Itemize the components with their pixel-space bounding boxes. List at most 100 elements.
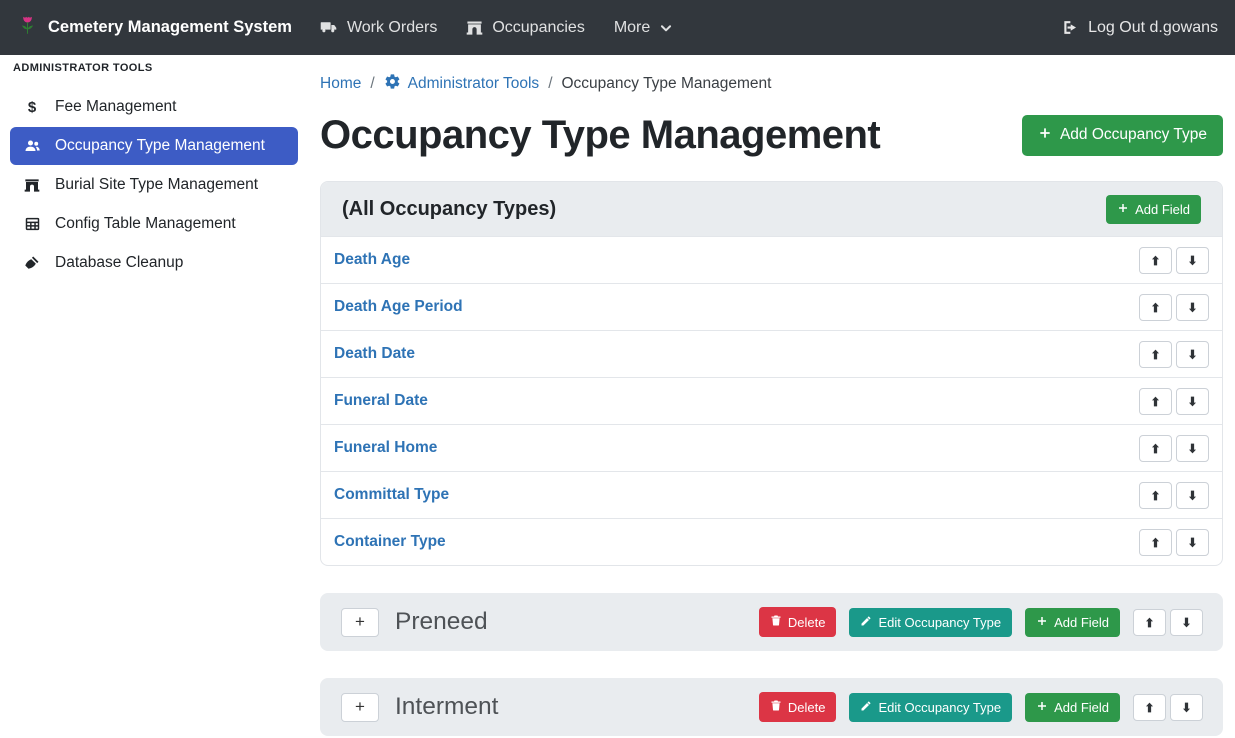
- pencil-icon: [860, 615, 872, 630]
- move-up-button[interactable]: [1133, 609, 1166, 636]
- field-row: Death Age: [321, 236, 1222, 283]
- tulip-logo-icon: [17, 13, 38, 42]
- field-link-death-date[interactable]: Death Date: [334, 345, 415, 363]
- breadcrumb-home-link[interactable]: Home: [320, 75, 361, 93]
- plus-icon: [1038, 126, 1052, 145]
- arrow-up-icon: [1143, 616, 1156, 629]
- sidebar-item-burial-site-type-management[interactable]: Burial Site Type Management: [10, 166, 298, 204]
- delete-button[interactable]: Delete: [759, 692, 837, 722]
- arrow-down-icon: [1186, 442, 1199, 455]
- breadcrumb: Home / Administrator Tools / Occupancy T…: [320, 73, 1223, 95]
- arrow-down-icon: [1186, 254, 1199, 267]
- nav-more[interactable]: More: [614, 19, 673, 37]
- field-link-death-age-period[interactable]: Death Age Period: [334, 298, 463, 316]
- page-title: Occupancy Type Management: [320, 111, 880, 159]
- button-label: Edit Occupancy Type: [878, 700, 1001, 715]
- add-field-button[interactable]: Add Field: [1025, 693, 1120, 722]
- move-up-button[interactable]: [1139, 247, 1172, 274]
- reorder-controls: [1139, 529, 1209, 556]
- section-actions: Delete Edit Occupancy Type Add Field: [759, 692, 1203, 722]
- field-link-funeral-home[interactable]: Funeral Home: [334, 439, 437, 457]
- app-brand[interactable]: Cemetery Management System: [17, 13, 292, 42]
- add-field-button[interactable]: Add Field: [1025, 608, 1120, 637]
- sidebar-item-database-cleanup[interactable]: Database Cleanup: [10, 244, 298, 282]
- breadcrumb-label: Administrator Tools: [408, 75, 540, 93]
- button-label: Delete: [788, 700, 826, 715]
- sidebar-list: $ Fee Management Occupancy Type Manageme…: [0, 88, 310, 282]
- table-icon: [22, 216, 42, 232]
- arrow-up-icon: [1149, 348, 1162, 361]
- move-up-button[interactable]: [1139, 529, 1172, 556]
- arrow-down-icon: [1180, 701, 1193, 714]
- sidebar-item-label: Database Cleanup: [55, 254, 183, 272]
- dollar-icon: $: [22, 99, 42, 116]
- move-down-button[interactable]: [1176, 341, 1209, 368]
- reorder-controls: [1133, 609, 1203, 636]
- move-down-button[interactable]: [1176, 529, 1209, 556]
- nav-work-orders[interactable]: Work Orders: [319, 19, 437, 37]
- trash-icon: [770, 699, 782, 715]
- plus-icon: [1036, 700, 1048, 715]
- move-up-button[interactable]: [1139, 388, 1172, 415]
- arrow-down-icon: [1186, 536, 1199, 549]
- admin-sidebar: Administrator Tools $ Fee Management Occ…: [0, 55, 310, 738]
- sidebar-item-occupancy-type-management[interactable]: Occupancy Type Management: [10, 127, 298, 165]
- sidebar-item-config-table-management[interactable]: Config Table Management: [10, 205, 298, 243]
- field-link-funeral-date[interactable]: Funeral Date: [334, 392, 428, 410]
- gear-icon: [384, 73, 401, 95]
- expand-button[interactable]: +: [341, 608, 379, 637]
- field-row: Container Type: [321, 518, 1222, 565]
- sidebar-item-label: Fee Management: [55, 98, 177, 116]
- edit-occupancy-type-button[interactable]: Edit Occupancy Type: [849, 608, 1012, 637]
- arrow-up-icon: [1143, 701, 1156, 714]
- plus-icon: [1036, 615, 1048, 630]
- move-up-button[interactable]: [1133, 694, 1166, 721]
- sidebar-item-label: Occupancy Type Management: [55, 137, 265, 155]
- pencil-icon: [860, 700, 872, 715]
- move-down-button[interactable]: [1176, 294, 1209, 321]
- sidebar-item-fee-management[interactable]: $ Fee Management: [10, 88, 298, 126]
- field-row: Funeral Home: [321, 424, 1222, 471]
- reorder-controls: [1133, 694, 1203, 721]
- nav-label: Work Orders: [347, 19, 437, 37]
- field-link-committal-type[interactable]: Committal Type: [334, 486, 449, 504]
- all-occupancy-types-card: (All Occupancy Types) Add Field Death Ag…: [320, 181, 1223, 566]
- logout-button[interactable]: Log Out d.gowans: [1061, 19, 1218, 37]
- expand-button[interactable]: +: [341, 693, 379, 722]
- move-down-button[interactable]: [1176, 435, 1209, 462]
- arrow-down-icon: [1180, 616, 1193, 629]
- button-label: Edit Occupancy Type: [878, 615, 1001, 630]
- field-row: Death Age Period: [321, 283, 1222, 330]
- sidebar-item-label: Config Table Management: [55, 215, 236, 233]
- move-up-button[interactable]: [1139, 341, 1172, 368]
- field-link-death-age[interactable]: Death Age: [334, 251, 410, 269]
- move-down-button[interactable]: [1176, 482, 1209, 509]
- move-down-button[interactable]: [1176, 247, 1209, 274]
- breadcrumb-admin-tools-link[interactable]: Administrator Tools: [384, 73, 540, 95]
- sidebar-heading: Administrator Tools: [0, 62, 310, 74]
- nav-occupancies[interactable]: Occupancies: [466, 19, 585, 37]
- archway-icon: [466, 19, 483, 36]
- field-link-container-type[interactable]: Container Type: [334, 533, 446, 551]
- edit-occupancy-type-button[interactable]: Edit Occupancy Type: [849, 693, 1012, 722]
- field-row: Funeral Date: [321, 377, 1222, 424]
- arrow-up-icon: [1149, 254, 1162, 267]
- top-navbar: Cemetery Management System Work Orders O…: [0, 0, 1235, 55]
- delete-button[interactable]: Delete: [759, 607, 837, 637]
- all-occupancy-types-header: (All Occupancy Types) Add Field: [321, 182, 1222, 236]
- move-down-button[interactable]: [1176, 388, 1209, 415]
- reorder-controls: [1139, 294, 1209, 321]
- move-up-button[interactable]: [1139, 482, 1172, 509]
- reorder-controls: [1139, 341, 1209, 368]
- move-up-button[interactable]: [1139, 435, 1172, 462]
- arrow-up-icon: [1149, 536, 1162, 549]
- arrow-down-icon: [1186, 348, 1199, 361]
- add-occupancy-type-button[interactable]: Add Occupancy Type: [1022, 115, 1223, 156]
- field-row: Death Date: [321, 330, 1222, 377]
- add-field-button[interactable]: Add Field: [1106, 195, 1201, 224]
- move-down-button[interactable]: [1170, 609, 1203, 636]
- move-up-button[interactable]: [1139, 294, 1172, 321]
- button-label: Delete: [788, 615, 826, 630]
- move-down-button[interactable]: [1170, 694, 1203, 721]
- nav-label: More: [614, 19, 650, 37]
